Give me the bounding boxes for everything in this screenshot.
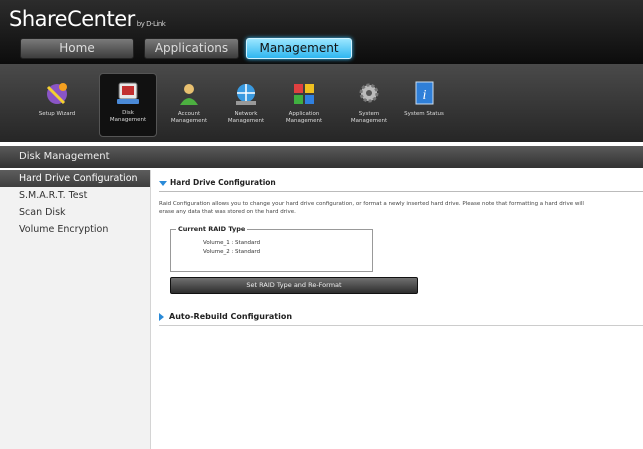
top-header: ShareCenter by D-Link Home Applications M… xyxy=(0,0,643,64)
system-status-label: System Status xyxy=(404,111,444,117)
brand-text: ShareCenter xyxy=(9,7,135,31)
volume-2-status: Volume_2 : Standard xyxy=(203,249,261,255)
sidebar: Hard Drive Configuration S.M.A.R.T. Test… xyxy=(0,170,151,449)
auto-rebuild-header[interactable]: Auto-Rebuild Configuration xyxy=(159,312,292,321)
raid-legend: Current RAID Type xyxy=(176,225,248,233)
expand-down-icon xyxy=(159,180,167,186)
panel-title: Hard Drive Configuration xyxy=(170,178,276,187)
sidebar-item-smart-test[interactable]: S.M.A.R.T. Test xyxy=(0,187,150,204)
system-management-label: System Management xyxy=(350,111,388,124)
current-raid-box: Current RAID Type Volume_1 : Standard Vo… xyxy=(170,225,373,272)
sidebar-item-volume-encryption[interactable]: Volume Encryption xyxy=(0,221,150,238)
setup-wizard-label: Setup Wizard xyxy=(38,111,76,117)
expand-right-icon xyxy=(159,312,164,321)
application-management-button[interactable]: Application Management xyxy=(276,75,332,135)
divider xyxy=(159,191,643,192)
tab-applications[interactable]: Applications xyxy=(144,38,239,59)
volume-1-status: Volume_1 : Standard xyxy=(203,240,261,246)
application-icon xyxy=(294,84,314,104)
network-management-button[interactable]: Network Management xyxy=(218,75,274,135)
sidebar-item-hard-drive-configuration[interactable]: Hard Drive Configuration xyxy=(0,170,150,187)
main-content: Hard Drive Configuration Raid Configurat… xyxy=(152,170,643,449)
setup-wizard-button[interactable]: Setup Wizard xyxy=(29,75,85,135)
description-line-1: Raid Configuration allows you to change … xyxy=(159,201,584,207)
info-icon: i xyxy=(415,81,434,105)
divider xyxy=(159,325,643,326)
account-icon xyxy=(180,84,198,105)
disk-icon xyxy=(117,82,139,104)
auto-rebuild-title: Auto-Rebuild Configuration xyxy=(169,312,293,321)
description-line-2: erase any data that was stored on the ha… xyxy=(159,209,296,215)
raid-description: Raid Configuration allows you to change … xyxy=(159,200,643,216)
set-raid-button[interactable]: Set RAID Type and Re-Format xyxy=(170,277,418,294)
disk-management-label: Disk Management xyxy=(109,110,147,123)
wizard-icon xyxy=(46,83,67,105)
svg-text:i: i xyxy=(423,88,427,103)
management-iconbar: Setup Wizard Disk Management Account Man… xyxy=(0,64,643,142)
brand-logo: ShareCenter by D-Link xyxy=(9,7,166,31)
tab-management[interactable]: Management xyxy=(246,38,352,59)
section-title: Disk Management xyxy=(19,151,110,162)
account-management-label: Account Management xyxy=(170,111,208,124)
system-management-button[interactable]: System Management xyxy=(341,75,397,135)
hard-drive-config-header[interactable]: Hard Drive Configuration xyxy=(159,178,276,187)
disk-management-button[interactable]: Disk Management xyxy=(99,73,157,137)
brand-suffix: by D-Link xyxy=(136,20,166,28)
account-management-button[interactable]: Account Management xyxy=(161,75,217,135)
application-management-label: Application Management xyxy=(285,111,323,124)
system-icon xyxy=(359,83,379,103)
sidebar-item-scan-disk[interactable]: Scan Disk xyxy=(0,204,150,221)
network-icon xyxy=(236,84,256,105)
section-header: Disk Management xyxy=(0,146,643,168)
network-management-label: Network Management xyxy=(227,111,265,124)
tab-home[interactable]: Home xyxy=(20,38,134,59)
system-status-button[interactable]: i System Status xyxy=(396,75,452,135)
